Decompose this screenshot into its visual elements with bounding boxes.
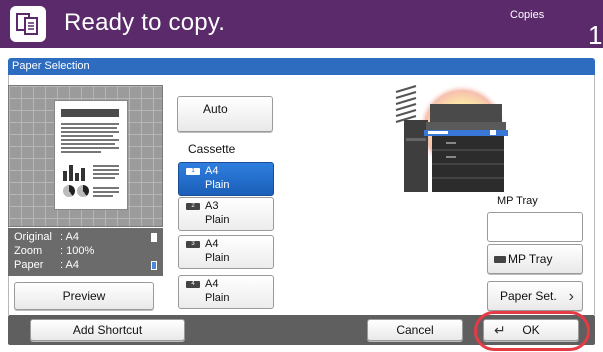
cassette-label: Cassette	[188, 142, 236, 156]
info-row-zoom: Zoom : 100%	[14, 245, 95, 257]
cancel-button[interactable]: Cancel	[367, 319, 463, 341]
ok-highlight-ring	[474, 311, 590, 351]
printer-illustration	[392, 80, 512, 200]
info-row-paper: Paper : A4	[14, 258, 157, 272]
copy-mode-icon	[10, 6, 46, 42]
info-row-original: Original : A4	[14, 230, 157, 244]
cassette-icon: 1	[186, 168, 200, 175]
cassette-icon: 4	[186, 281, 200, 288]
chevron-right-icon: ›	[568, 288, 574, 305]
mp-tray-info	[487, 212, 583, 242]
portrait-doc-icon	[151, 232, 157, 242]
cassette-4-button[interactable]: 4 A4 Plain	[178, 275, 274, 309]
mp-tray-icon	[494, 256, 506, 263]
cassette-icon: 3	[186, 241, 200, 248]
document-preview	[8, 85, 163, 227]
status-header: Ready to copy. Copies 1	[0, 0, 603, 50]
paper-doc-icon	[151, 260, 157, 270]
mp-tray-label: MP Tray	[497, 195, 538, 207]
mp-tray-button[interactable]: MP Tray	[487, 244, 583, 274]
preview-button[interactable]: Preview	[14, 282, 154, 310]
preview-info: Original : A4 Zoom : 100% Paper : A4	[8, 228, 163, 276]
copies-label: Copies	[510, 9, 545, 21]
paper-set-button[interactable]: Paper Set. ›	[487, 281, 583, 311]
cassette-2-button[interactable]: 2 A3 Plain	[178, 197, 274, 231]
copies-count: 1	[588, 20, 603, 50]
copy-screen: Ready to copy. Copies 1 Paper Selection	[0, 0, 603, 352]
cassette-3-button[interactable]: 3 A4 Plain	[178, 235, 274, 269]
cassette-icon: 2	[186, 203, 200, 210]
window-title: Paper Selection	[8, 58, 595, 75]
cassette-1-button[interactable]: 1 A4 Plain	[178, 162, 274, 196]
status-title: Ready to copy.	[64, 9, 226, 36]
auto-paper-button[interactable]: Auto	[177, 96, 273, 132]
add-shortcut-button[interactable]: Add Shortcut	[30, 319, 185, 341]
preview-page-thumbnail	[54, 100, 128, 210]
